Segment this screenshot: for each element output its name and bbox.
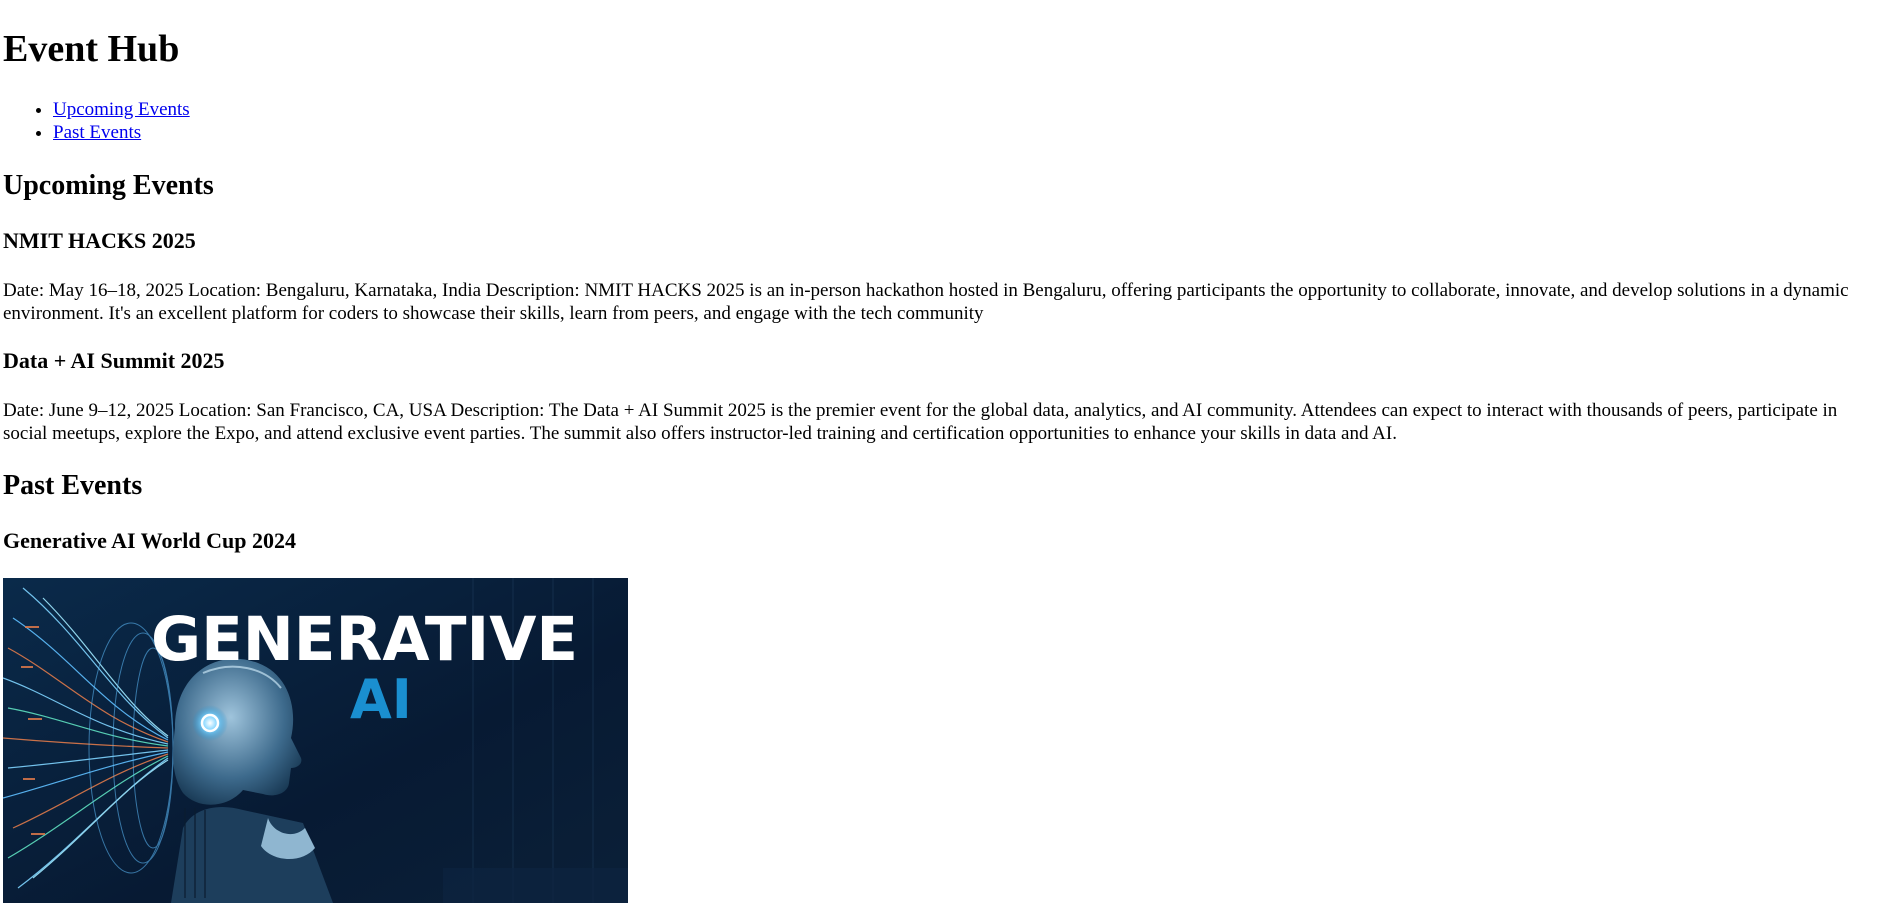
- nav-item-upcoming: Upcoming Events: [53, 98, 190, 121]
- event-details: Date: June 9–12, 2025 Location: San Fran…: [3, 400, 1838, 444]
- site-title: Event Hub: [3, 28, 180, 70]
- event-details: Date: May 16–18, 2025 Location: Bengalur…: [3, 280, 1849, 324]
- event-title: Generative AI World Cup 2024: [3, 528, 296, 553]
- past-events-heading: Past Events: [3, 470, 143, 501]
- image-text-ai: AI: [350, 668, 412, 731]
- nav-link-upcoming-events[interactable]: Upcoming Events: [53, 99, 190, 120]
- upcoming-events-heading: Upcoming Events: [3, 170, 214, 201]
- event-title: NMIT HACKS 2025: [3, 228, 196, 253]
- generative-ai-illustration: GENERATIVE AI: [3, 578, 628, 903]
- nav-link-past-events[interactable]: Past Events: [53, 122, 141, 143]
- image-text-generative: GENERATIVE: [151, 604, 578, 675]
- page: Event Hub Upcoming Events Past Events Up…: [0, 0, 1886, 903]
- nav-list: Upcoming Events Past Events: [0, 98, 190, 144]
- event-image: GENERATIVE AI: [3, 578, 628, 903]
- event-title: Data + AI Summit 2025: [3, 348, 225, 373]
- nav-item-past: Past Events: [53, 121, 190, 144]
